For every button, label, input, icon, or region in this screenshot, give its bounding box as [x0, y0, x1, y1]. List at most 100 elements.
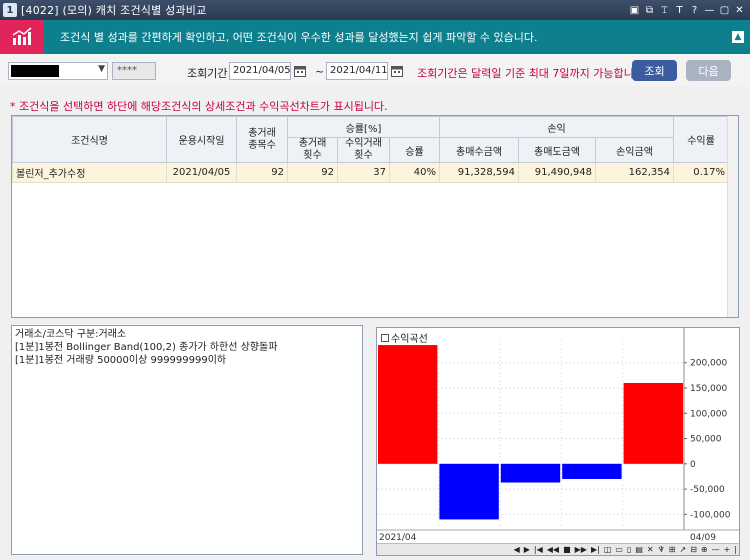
selection-hint: * 조건식을 선택하면 하단에 해당조건식의 상세조건과 수익곡선차트가 표시됩… [10, 100, 388, 113]
col-header-total-trades[interactable]: 총거래 횟수 [287, 137, 338, 163]
calendar-icon[interactable] [292, 62, 308, 80]
cell-start-date: 2021/04/05 [166, 162, 237, 183]
chart-tool-icon[interactable]: ✕ [645, 545, 656, 554]
y-tick-label: -100,000 [690, 510, 731, 520]
condition-performance-table: 조건식명 운용시작일 총거래 종목수 승률[%] 손익 수익률 총거래 횟수 수… [11, 115, 739, 318]
col-group-pnl: 손익 [439, 116, 675, 138]
chart-tool-icon[interactable]: |◀ [532, 545, 545, 554]
y-tick-label: 150,000 [690, 384, 727, 394]
col-group-winrate: 승률[%] [286, 116, 441, 138]
y-tick-label: 0 [690, 460, 696, 470]
chart-tool-icon[interactable]: + [722, 545, 733, 554]
chart-tool-icon[interactable]: ◀◀ [545, 545, 561, 554]
y-tick-label: 50,000 [690, 435, 722, 445]
chart-tool-icon[interactable]: ♆ [656, 545, 667, 554]
y-tick-label: 200,000 [690, 359, 727, 369]
period-notice: 조회기간은 달력일 기준 최대 7일까지 가능합니다. [417, 67, 648, 80]
period-label: 조회기간 [187, 67, 228, 80]
link-icon[interactable]: ▣ [628, 3, 641, 17]
calendar-icon[interactable] [389, 62, 405, 80]
bar [623, 382, 683, 464]
account-redacted [11, 65, 59, 77]
cell-winrate: 40% [388, 162, 441, 183]
next-button[interactable]: 다음 [686, 60, 731, 81]
cell-return: 0.17% [673, 162, 730, 183]
password-field[interactable]: **** [112, 62, 156, 80]
pin-icon[interactable]: 𝚃 [658, 3, 671, 17]
cell-traded-count: 92 [236, 162, 288, 183]
chart-tool-icon[interactable]: ▤ [633, 545, 645, 554]
table-scrollbar[interactable] [727, 116, 738, 317]
chart-tool-icon[interactable]: ▶| [589, 545, 602, 554]
title-bar: 1 [4022] (모의) 캐치 조건식별 성과비교 ▣ ⧉ 𝚃 T ? — ▢… [0, 0, 750, 20]
col-header-pnl-amount[interactable]: 손익금액 [595, 137, 675, 163]
col-header-winrate[interactable]: 승률 [388, 137, 441, 163]
cell-profit-trades: 37 [337, 162, 390, 183]
copy-window-icon[interactable]: ⧉ [643, 3, 656, 17]
account-select[interactable]: ▼ [8, 62, 108, 80]
cell-total-trades: 92 [287, 162, 338, 183]
bar [439, 463, 499, 520]
query-button[interactable]: 조회 [632, 60, 677, 81]
chevron-down-icon[interactable]: ▼ [98, 64, 105, 74]
col-header-buy-amount[interactable]: 총매수금액 [439, 137, 520, 163]
y-tick-label: 100,000 [690, 409, 727, 419]
range-separator: ~ [315, 65, 325, 78]
x-start-label: 2021/04 [379, 533, 417, 543]
bar-chart-icon [0, 20, 44, 54]
app-icon: 1 [3, 3, 17, 17]
chart-tool-icon[interactable]: ■ [561, 545, 573, 554]
chart-tool-icon[interactable]: ▶▶ [573, 545, 589, 554]
chart-tool-icon[interactable]: ◀ [512, 545, 522, 554]
y-tick-label: -50,000 [690, 485, 725, 495]
chart-title: 수익곡선 [381, 330, 428, 345]
help-icon[interactable]: ? [688, 3, 701, 17]
detail-line: 거래소/코스닥 구분:거래소 [15, 329, 127, 340]
maximize-icon[interactable]: ▢ [718, 3, 731, 17]
end-date-input[interactable]: 2021/04/11 [326, 62, 388, 80]
info-banner: 조건식 별 성과를 간편하게 확인하고, 어떤 조건식이 우수한 성과를 달성했… [0, 20, 750, 54]
cell-buy-amount: 91,328,594 [439, 162, 520, 183]
chart-tool-icon[interactable]: ▯ [625, 545, 633, 554]
chart-title-text: 수익곡선 [391, 334, 428, 345]
banner-text: 조건식 별 성과를 간편하게 확인하고, 어떤 조건식이 우수한 성과를 달성했… [60, 31, 538, 44]
chart-tool-icon[interactable]: — [710, 545, 722, 554]
chart-tool-icon[interactable]: ▶ [522, 545, 532, 554]
chart-tool-icon[interactable]: ↗ [677, 545, 688, 554]
collapse-banner-button[interactable]: ▲ [732, 31, 744, 43]
close-icon[interactable]: ✕ [733, 3, 746, 17]
bar [562, 463, 622, 479]
bar [378, 345, 438, 464]
cell-pnl-amount: 162,354 [595, 162, 675, 183]
font-size-icon[interactable]: T [673, 3, 686, 17]
detail-line: [1분]1봉전 Bollinger Band(100,2) 종가가 하한선 상향… [15, 342, 278, 353]
chart-tool-icon[interactable]: ◫ [602, 545, 614, 554]
window-controls: ▣ ⧉ 𝚃 T ? — ▢ ✕ [628, 3, 750, 17]
chart-tool-icon[interactable]: | [732, 545, 739, 554]
start-date-input[interactable]: 2021/04/05 [229, 62, 291, 80]
condition-detail-panel: 거래소/코스닥 구분:거래소 [1분]1봉전 Bollinger Band(10… [11, 325, 363, 555]
x-end-label: 04/09 [690, 533, 716, 543]
profit-curve-chart: 200,000 150,000 100,000 50,000 0 -50,000 -100,… [376, 327, 740, 556]
detail-line: [1분]1봉전 거래량 50000이상 999999999이하 [15, 355, 227, 366]
cell-name: 볼린저_추가수정 [12, 162, 167, 183]
chart-tool-icon[interactable]: ⊕ [699, 545, 710, 554]
chart-tool-icon[interactable]: ▭ [613, 545, 625, 554]
chart-toolbar: ◀ ▶ |◀ ◀◀ ■ ▶▶ ▶| ◫ ▭ ▯ ▤ ✕ ♆ ⊞ ↗ ⊟ ⊕ — + | [377, 543, 739, 555]
chart-tool-icon[interactable]: ⊟ [688, 545, 699, 554]
chart-canvas: 200,000 150,000 100,000 50,000 0 -50,000 -100,… [377, 328, 739, 543]
table-row[interactable]: 볼린저_추가수정 2021/04/05 92 92 37 40% 91,328,… [12, 162, 730, 183]
chart-tool-icon[interactable]: ⊞ [667, 545, 678, 554]
col-header-return[interactable]: 수익률 [673, 116, 730, 163]
minimize-icon[interactable]: — [703, 3, 716, 17]
chart-select-box[interactable] [381, 333, 389, 342]
query-bar: ▼ **** 조회기간 2021/04/05 ~ 2021/04/11 조회기간… [0, 54, 750, 86]
col-header-name[interactable]: 조건식명 [12, 116, 167, 163]
col-header-traded-count[interactable]: 총거래 종목수 [236, 116, 288, 163]
col-header-sell-amount[interactable]: 총매도금액 [518, 137, 597, 163]
cell-sell-amount: 91,490,948 [518, 162, 597, 183]
bar [500, 463, 561, 483]
window-title: [4022] (모의) 캐치 조건식별 성과비교 [21, 4, 207, 17]
col-header-start-date[interactable]: 운용시작일 [166, 116, 237, 163]
col-header-profit-trades[interactable]: 수익거래 횟수 [337, 137, 390, 163]
